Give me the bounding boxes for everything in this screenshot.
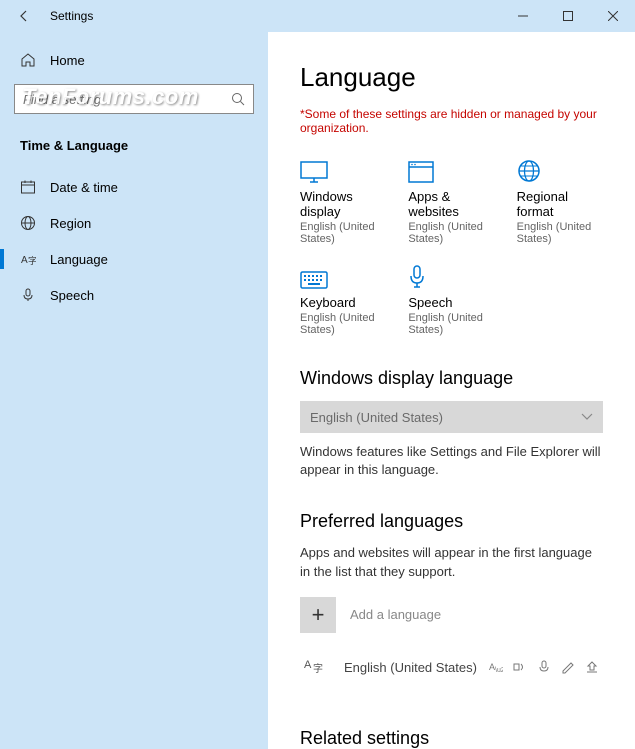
preferred-heading: Preferred languages bbox=[300, 511, 603, 532]
tile-windows-display[interactable]: Windows display English (United States) bbox=[300, 157, 386, 245]
close-button[interactable] bbox=[590, 0, 635, 32]
search-box[interactable] bbox=[14, 84, 254, 114]
related-heading: Related settings bbox=[300, 728, 603, 749]
nav-date-time[interactable]: Date & time bbox=[0, 169, 268, 205]
feature-share-icon bbox=[585, 660, 599, 674]
apps-icon bbox=[408, 161, 434, 183]
display-lang-dropdown[interactable]: English (United States) bbox=[300, 401, 603, 433]
search-icon bbox=[231, 92, 245, 106]
keyboard-icon bbox=[300, 271, 328, 289]
display-lang-heading: Windows display language bbox=[300, 368, 603, 389]
tile-label: Keyboard bbox=[300, 295, 386, 310]
tile-label: Windows display bbox=[300, 189, 386, 219]
feature-speech-icon bbox=[537, 660, 551, 674]
svg-text:字: 字 bbox=[28, 255, 36, 266]
home-nav[interactable]: Home bbox=[0, 44, 268, 76]
preferred-desc: Apps and websites will appear in the fir… bbox=[300, 544, 603, 580]
mic-icon bbox=[408, 265, 426, 289]
tile-sub: English (United States) bbox=[300, 221, 386, 245]
window-controls bbox=[500, 0, 635, 32]
nav-label: Speech bbox=[50, 288, 94, 303]
page-title: Language bbox=[300, 62, 603, 93]
svg-text:\u2197: \u2197 bbox=[495, 667, 503, 674]
dropdown-value: English (United States) bbox=[310, 410, 443, 425]
nav-label: Region bbox=[50, 216, 91, 231]
home-icon bbox=[20, 52, 36, 68]
tile-sub: English (United States) bbox=[517, 221, 603, 245]
speech-icon bbox=[20, 287, 36, 303]
back-button[interactable] bbox=[14, 6, 34, 26]
nav-label: Date & time bbox=[50, 180, 118, 195]
tile-keyboard[interactable]: Keyboard English (United States) bbox=[300, 263, 386, 336]
feature-display-icon: A\u2197 bbox=[489, 660, 503, 674]
chevron-down-icon bbox=[581, 413, 593, 421]
lang-az-icon: A字 bbox=[304, 655, 326, 675]
tile-label: Regional format bbox=[517, 189, 603, 219]
tile-regional-format[interactable]: Regional format English (United States) bbox=[517, 157, 603, 245]
nav-speech[interactable]: Speech bbox=[0, 277, 268, 313]
add-language-label: Add a language bbox=[350, 607, 441, 622]
language-name: English (United States) bbox=[344, 660, 489, 675]
date-time-icon bbox=[20, 179, 36, 195]
add-language-button[interactable]: + Add a language bbox=[300, 597, 603, 633]
language-item[interactable]: A字 English (United States) A\u2197 bbox=[300, 647, 603, 688]
svg-text:A: A bbox=[304, 659, 312, 671]
titlebar: Settings bbox=[0, 0, 635, 32]
maximize-icon bbox=[563, 11, 573, 21]
tile-sub: English (United States) bbox=[408, 312, 494, 336]
search-input[interactable] bbox=[23, 92, 231, 107]
close-icon bbox=[608, 11, 618, 21]
tile-speech[interactable]: Speech English (United States) bbox=[408, 263, 494, 336]
tile-label: Apps & websites bbox=[408, 189, 494, 219]
content-area: Language *Some of these settings are hid… bbox=[268, 32, 635, 749]
svg-text:字: 字 bbox=[313, 662, 323, 675]
home-label: Home bbox=[50, 53, 85, 68]
language-icon: A字 bbox=[20, 251, 36, 267]
language-features: A\u2197 bbox=[489, 660, 599, 674]
tile-apps-websites[interactable]: Apps & websites English (United States) bbox=[408, 157, 494, 245]
language-tiles: Windows display English (United States) … bbox=[300, 157, 603, 336]
plus-icon: + bbox=[300, 597, 336, 633]
related-settings: Related settings Administrative language… bbox=[300, 728, 603, 749]
category-title: Time & Language bbox=[0, 128, 268, 169]
maximize-button[interactable] bbox=[545, 0, 590, 32]
display-lang-desc: Windows features like Settings and File … bbox=[300, 443, 603, 479]
feature-handwriting-icon bbox=[561, 660, 575, 674]
tile-sub: English (United States) bbox=[408, 221, 494, 245]
feature-tts-icon bbox=[513, 660, 527, 674]
globe-icon bbox=[517, 159, 541, 183]
minimize-button[interactable] bbox=[500, 0, 545, 32]
minimize-icon bbox=[518, 11, 528, 21]
back-arrow-icon bbox=[17, 9, 31, 23]
nav-region[interactable]: Region bbox=[0, 205, 268, 241]
tile-label: Speech bbox=[408, 295, 494, 310]
window-title: Settings bbox=[50, 9, 93, 23]
svg-text:A: A bbox=[21, 255, 28, 266]
tile-sub: English (United States) bbox=[300, 312, 386, 336]
org-notice: *Some of these settings are hidden or ma… bbox=[300, 107, 603, 135]
sidebar: Home Time & Language Date & time Region … bbox=[0, 32, 268, 749]
display-icon bbox=[300, 161, 328, 183]
nav-label: Language bbox=[50, 252, 108, 267]
region-icon bbox=[20, 215, 36, 231]
nav-language[interactable]: A字 Language bbox=[0, 241, 268, 277]
